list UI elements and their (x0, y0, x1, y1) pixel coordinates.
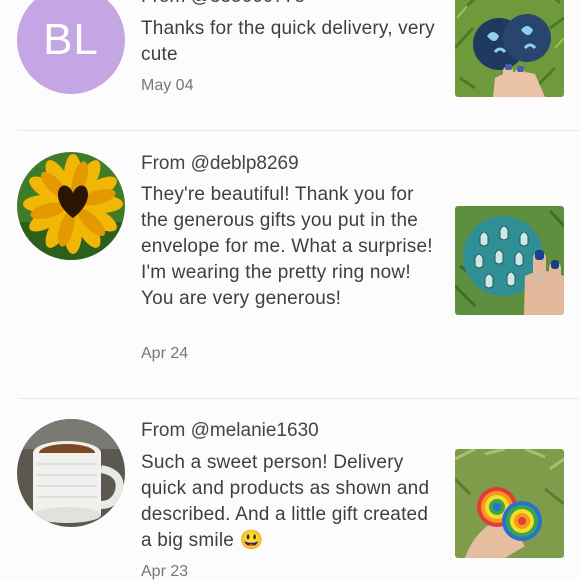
review-photo[interactable] (455, 0, 564, 97)
review-author[interactable]: From @melanie1630 (141, 420, 319, 442)
review-author[interactable]: From @335660778 (141, 0, 305, 8)
tie-dye-coasters-photo-icon (455, 449, 564, 558)
sunflower-avatar-icon (17, 152, 125, 260)
reviews-feed: BL From @335660778 Thanks for the quick … (0, 0, 580, 580)
coffee-mug-avatar-icon (17, 419, 125, 527)
avatar[interactable] (17, 419, 125, 527)
review-item: From @melanie1630 Such a sweet person! D… (0, 398, 580, 580)
review-date: Apr 23 (141, 563, 189, 580)
review-item: From @deblp8269 They're beautiful! Thank… (0, 130, 580, 398)
avatar[interactable] (17, 152, 125, 260)
review-text: Such a sweet person! Delivery quick and … (141, 452, 430, 551)
review-text: Thanks for the quick delivery, very cute (141, 18, 435, 65)
avatar[interactable]: BL (17, 0, 125, 94)
review-text: They're beautiful! Thank you for the gen… (141, 184, 433, 309)
avatar-initials: BL (43, 15, 99, 64)
review-date: May 04 (141, 77, 194, 94)
blue-cat-coasters-photo-icon (455, 0, 564, 97)
review-item: BL From @335660778 Thanks for the quick … (0, 0, 580, 130)
teal-hamsa-coaster-photo-icon (455, 206, 564, 315)
review-photo[interactable] (455, 449, 564, 558)
review-photo[interactable] (455, 206, 564, 315)
review-author[interactable]: From @deblp8269 (141, 153, 299, 175)
review-date: Apr 24 (141, 345, 189, 362)
